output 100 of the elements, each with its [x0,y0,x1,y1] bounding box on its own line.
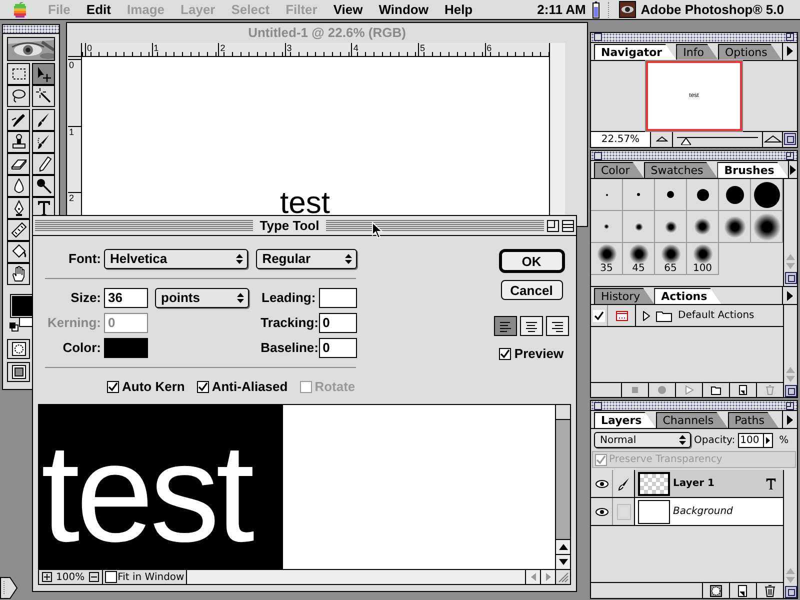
zoom-out-button[interactable] [88,572,99,582]
palette-drag-bar[interactable] [591,33,797,43]
palette-tab[interactable]: Layers [594,412,656,428]
brush-tip[interactable] [751,179,783,211]
layer-row[interactable]: Background [591,498,783,526]
brush-tip[interactable] [655,179,687,211]
tool-button[interactable] [7,241,30,263]
tool-button[interactable] [32,131,55,153]
tool-button[interactable] [32,63,55,85]
palette-tab[interactable]: Color [594,162,644,178]
palette-tab[interactable]: Options [718,44,782,60]
menu-item[interactable]: Window [370,0,436,20]
color-swatch[interactable] [104,338,148,358]
down-arrow-icon [786,577,795,583]
tool-button[interactable] [7,131,30,153]
layer-row[interactable]: Layer 1 [591,470,783,498]
dialog-button[interactable]: Cancel [500,280,562,300]
palette-tab[interactable]: History [594,288,654,304]
brush-tip[interactable] [687,211,719,243]
align-center-button[interactable] [520,316,543,336]
right-arrow-icon [766,436,770,444]
checkbox[interactable] [499,348,512,360]
input-field[interactable] [318,288,357,308]
palette-drag-bar[interactable] [591,401,797,411]
triangle-icon [642,310,650,320]
palette-tab[interactable]: Brushes [717,162,788,178]
folder-icon [711,385,721,395]
palette-tab[interactable]: Swatches [644,162,718,178]
checkbox-label: Preserve Transparency [609,453,722,467]
tool-button[interactable] [7,175,30,197]
palette-menu-button[interactable] [788,161,797,178]
scroll-left-button[interactable] [525,570,540,584]
menu-triangle-icon [787,414,793,424]
ruler-label: 6 [486,43,493,53]
align-right-button[interactable] [546,316,569,336]
palette-tab[interactable]: Info [676,44,718,60]
tool-button[interactable] [7,197,30,219]
checkbox[interactable] [196,380,209,393]
brush-tip[interactable] [655,211,687,243]
checkbox[interactable] [593,310,605,322]
scroll-right-button[interactable] [540,570,555,584]
brush-tip[interactable] [751,211,783,243]
zoom-in-button[interactable] [42,572,52,582]
brush-tip[interactable] [719,179,751,211]
palette-drag-bar[interactable] [3,25,59,34]
palette-tab[interactable]: Actions [654,288,722,304]
palette-tab[interactable]: Channels [656,412,728,428]
tool-button[interactable] [32,153,55,175]
brush-tip[interactable]: 35 [591,243,623,275]
input-field[interactable]: 36 [104,288,148,308]
brush-tip[interactable]: 45 [623,243,655,275]
dialog-button[interactable]: OK [498,249,564,273]
blend-mode-dropdown[interactable]: Normal [594,432,691,448]
checkbox-label: Rotate [314,378,356,396]
palette-drag-bar[interactable] [591,151,797,161]
scroll-thumb[interactable] [556,405,570,420]
screen-mode-button[interactable] [7,362,30,382]
brush-size-label: 45 [632,264,645,274]
expand-triangle[interactable] [640,310,652,320]
input-field[interactable]: 0 [318,313,357,333]
menu-item[interactable]: Edit [78,0,119,20]
checkbox[interactable] [104,571,117,583]
align-lines-icon [550,319,565,333]
dialog-title-bar[interactable]: Type Tool [33,216,576,236]
ruler-label: 5 [418,43,426,53]
menu-item[interactable]: View [325,0,371,20]
tool-button[interactable] [7,109,30,131]
tool-button[interactable] [32,109,55,131]
menu-item[interactable]: Help [436,0,481,20]
up-arrow-icon [786,367,795,373]
palette-tab[interactable]: Navigator [594,44,676,60]
tool-button[interactable] [7,263,30,285]
checkbox[interactable] [107,380,119,393]
scroll-down-button[interactable] [556,554,570,569]
standard-mode-button[interactable] [7,339,30,359]
tool-button[interactable] [7,63,30,85]
foreground-color-swatch[interactable] [11,295,33,317]
tool-button[interactable] [7,85,30,107]
brush-tip[interactable] [687,179,719,211]
style-dropdown[interactable]: Regular [256,249,357,269]
record-icon [657,385,667,395]
align-lines-icon [498,319,513,333]
input-field[interactable]: 0 [318,338,357,358]
slider-thumb[interactable] [680,138,691,145]
zoom-in-button[interactable] [762,132,782,147]
font-dropdown[interactable]: Helvetica [104,249,248,269]
align-left-button[interactable] [494,316,517,336]
opacity-field[interactable]: 100 [738,432,774,448]
menu-clock: 2:11 AM [537,0,586,19]
palette-tab[interactable]: Paths [728,412,779,428]
brush-tip[interactable]: 100 [687,243,719,275]
scroll-up-button[interactable] [556,539,570,554]
units-dropdown[interactable]: points [155,288,249,308]
tool-button[interactable] [32,175,55,197]
tool-button[interactable] [7,219,30,241]
zoom-field[interactable]: 22.57% [591,132,651,147]
tool-button[interactable] [32,85,55,107]
brush-tip[interactable] [719,211,751,243]
tool-button[interactable] [7,153,30,175]
brush-tip[interactable]: 65 [655,243,687,275]
